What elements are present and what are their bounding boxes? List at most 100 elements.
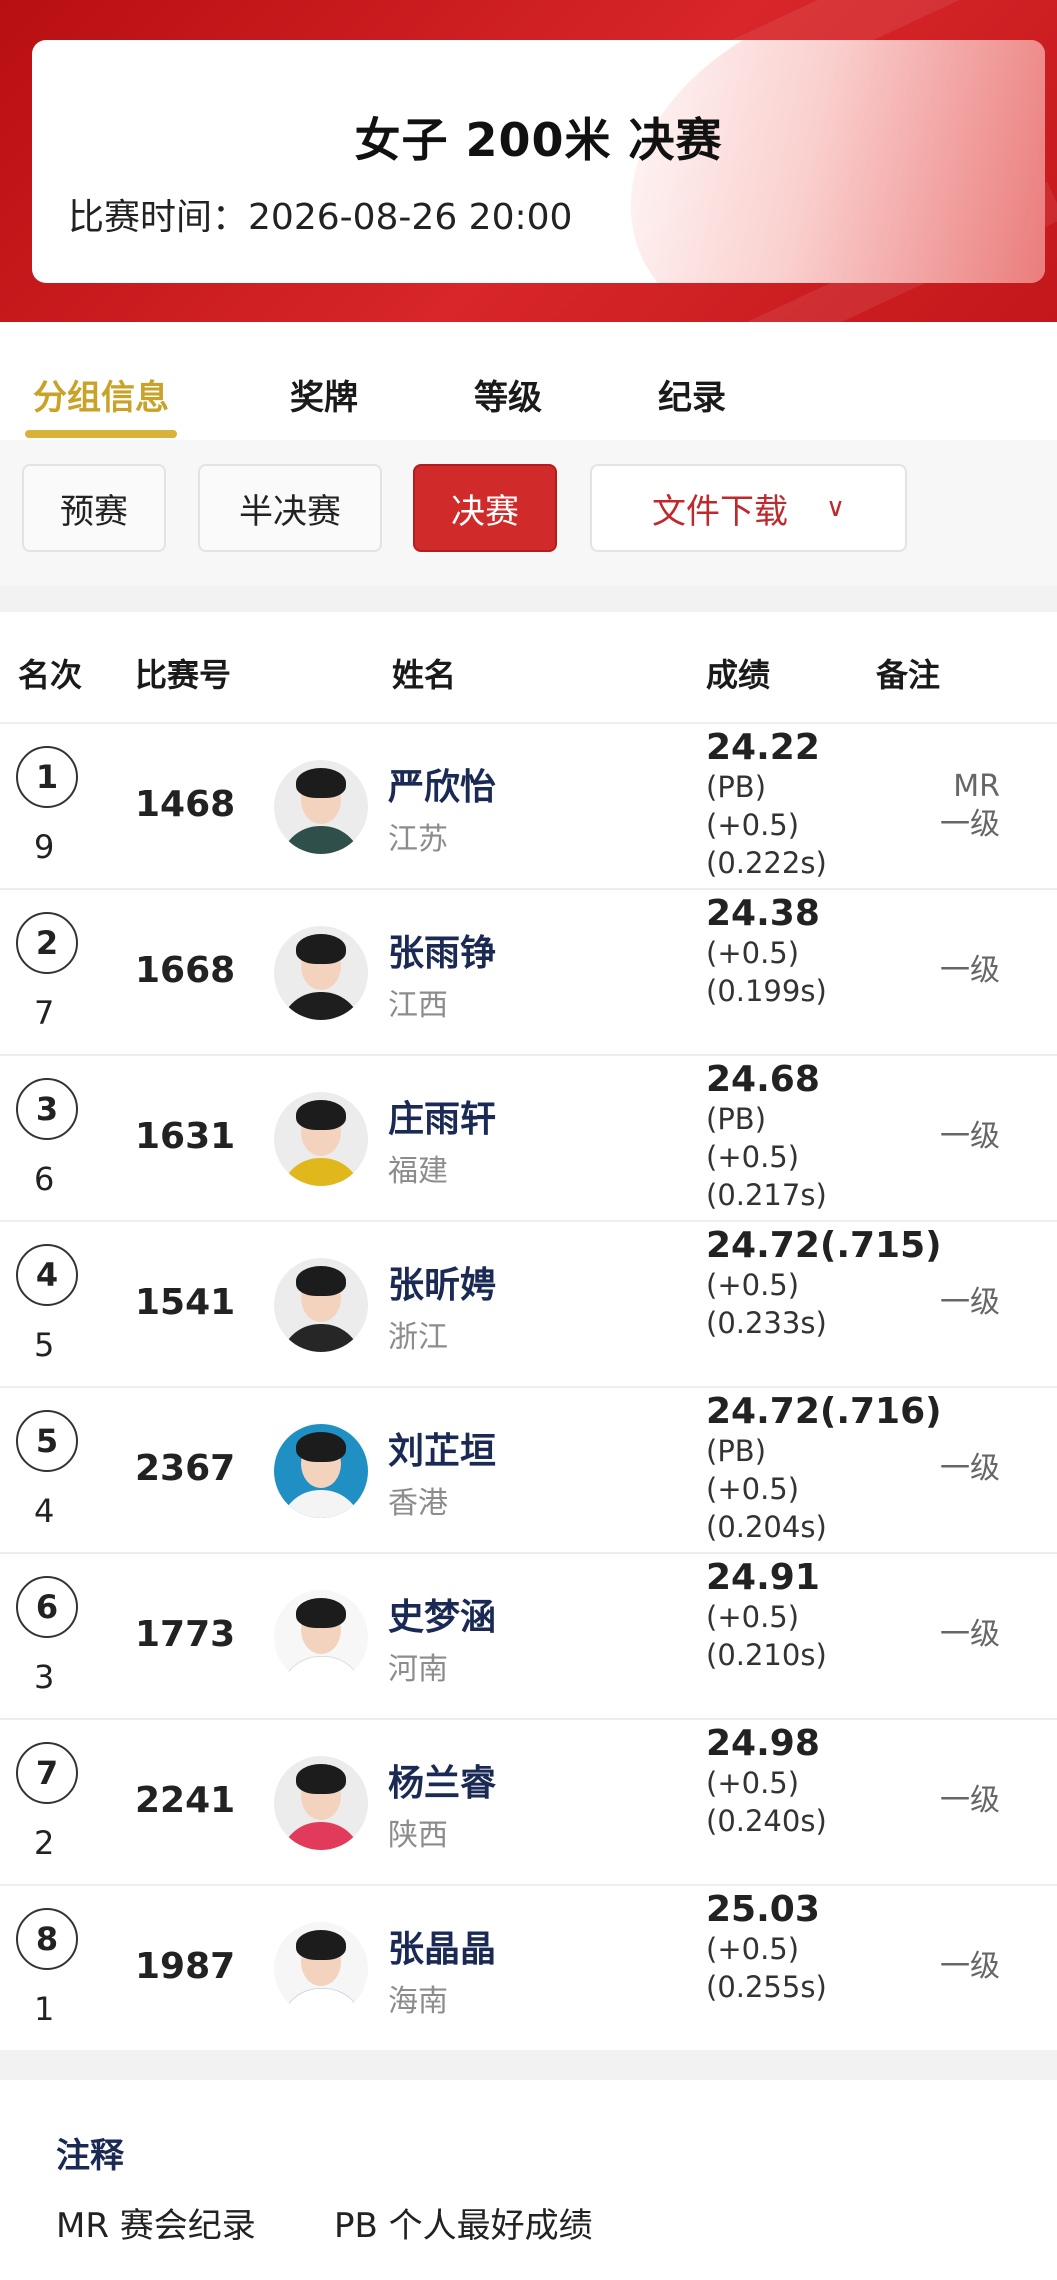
lane-number: 7 [34,994,55,1032]
athlete-name[interactable]: 张晶晶 [388,1920,496,1972]
result-time: 25.03 [706,1889,820,1930]
athlete-name[interactable]: 刘芷垣 [388,1422,496,1474]
grade-note: 一级 [940,1949,1000,1984]
athlete-name[interactable]: 杨兰睿 [388,1754,496,1806]
table-row[interactable]: 1 9 1468 严欣怡 江苏 24.22 (PB) (+0.5) (0.222… [0,724,1057,890]
athlete-province: 浙江 [388,1320,448,1355]
table-row[interactable]: 4 5 1541 张昕娉 浙江 24.72(.715) (+0.5) (0.23… [0,1222,1057,1388]
chevron-down-icon: ∨ [825,493,846,523]
event-time-label: 比赛时间： [68,197,249,238]
round-filter-bar: 预赛 半决赛 决赛 文件下载 ∨ [0,440,1057,586]
table-row[interactable]: 8 1 1987 张晶晶 海南 25.03 (+0.5) (0.255s) 一级 [0,1886,1057,2050]
table-row[interactable]: 7 2 2241 杨兰睿 陕西 24.98 (+0.5) (0.240s) 一级 [0,1720,1057,1886]
result-block: 24.98 (+0.5) (0.240s) [706,1724,946,1840]
wind-speed: (+0.5) [706,936,800,970]
athlete-name[interactable]: 史梦涵 [388,1588,496,1640]
tab-medals[interactable]: 奖牌 [290,370,358,419]
file-download-dropdown[interactable]: 文件下载 ∨ [590,464,907,552]
rank-badge: 8 [16,1908,78,1970]
semifinal-button[interactable]: 半决赛 [198,464,382,552]
reaction-time: (0.217s) [706,1178,827,1212]
heats-button[interactable]: 预赛 [22,464,166,552]
athlete-avatar[interactable] [274,926,368,1020]
athlete-province: 江西 [388,988,448,1023]
athlete-name[interactable]: 张昕娉 [388,1256,496,1308]
results-table-header: 名次 比赛号 姓名 成绩 备注 [0,612,1057,724]
table-row[interactable]: 3 6 1631 庄雨轩 福建 24.68 (PB) (+0.5) (0.217… [0,1056,1057,1222]
lane-number: 1 [34,1990,55,2028]
bib-number: 2241 [135,1780,236,1821]
bib-number: 1668 [135,950,236,991]
event-title: 女子 200米 决赛 [354,113,723,167]
result-block: 24.38 (+0.5) (0.199s) [706,894,946,1010]
tab-records[interactable]: 纪录 [658,370,726,419]
table-row[interactable]: 5 4 2367 刘芷垣 香港 24.72(.716) (PB) (+0.5) … [0,1388,1057,1554]
lane-number: 3 [34,1658,55,1696]
result-block: 24.68 (PB) (+0.5) (0.217s) [706,1060,946,1214]
bib-number: 1468 [135,784,236,825]
athlete-avatar[interactable] [274,1922,368,2016]
athlete-avatar[interactable] [274,1756,368,1850]
grade-note: 一级 [940,1451,1000,1486]
athlete-name[interactable]: 严欣怡 [388,758,496,810]
grade-note: 一级 [940,807,1000,842]
athlete-avatar[interactable] [274,1424,368,1518]
result-block: 25.03 (+0.5) (0.255s) [706,1890,946,2006]
column-header-rank: 名次 [18,656,83,694]
wind-speed: (+0.5) [706,1140,800,1174]
event-info-card: 女子 200米 决赛 比赛时间：2026-08-26 20:00 [32,40,1045,283]
event-time: 比赛时间：2026-08-26 20:00 [68,188,572,240]
column-header-note: 备注 [876,656,941,694]
table-row[interactable]: 2 7 1668 张雨铮 江西 24.38 (+0.5) (0.199s) 一级 [0,890,1057,1056]
lane-number: 2 [34,1824,55,1862]
lane-number: 5 [34,1326,55,1364]
result-time: 24.72(.715) [706,1225,942,1266]
record-note: MR [953,769,1000,804]
tab-group-info[interactable]: 分组信息 [33,370,169,419]
athlete-province: 香港 [388,1486,448,1521]
wind-speed: (+0.5) [706,1600,800,1634]
athlete-avatar[interactable] [274,760,368,854]
wind-speed: (+0.5) [706,1268,800,1302]
note-block: MR 一级 [940,768,1000,844]
reaction-time: (0.255s) [706,1970,827,2004]
reaction-time: (0.199s) [706,974,827,1008]
reaction-time: (0.240s) [706,1804,827,1838]
grade-note: 一级 [940,1119,1000,1154]
athlete-province: 江苏 [388,822,448,857]
reaction-time: (0.204s) [706,1510,827,1544]
grade-note: 一级 [940,953,1000,988]
column-header-result: 成绩 [706,656,771,694]
result-time: 24.68 [706,1059,820,1100]
tab-grades[interactable]: 等级 [474,370,542,419]
grade-note: 一级 [940,1783,1000,1818]
athlete-avatar[interactable] [274,1590,368,1684]
wind-speed: (+0.5) [706,1932,800,1966]
athlete-name[interactable]: 张雨铮 [388,924,496,976]
rank-badge: 1 [16,746,78,808]
file-download-label: 文件下载 [651,491,788,532]
grade-note: 一级 [940,1285,1000,1320]
athlete-avatar[interactable] [274,1092,368,1186]
result-time: 24.72(.716) [706,1391,942,1432]
event-header: 女子 200米 决赛 比赛时间：2026-08-26 20:00 [0,0,1057,322]
athlete-province: 海南 [388,1984,448,2019]
rank-badge: 7 [16,1742,78,1804]
rank-badge: 5 [16,1410,78,1472]
results-table-body: 1 9 1468 严欣怡 江苏 24.22 (PB) (+0.5) (0.222… [0,724,1057,2050]
notes-title: 注释 [56,2136,124,2176]
table-row[interactable]: 6 3 1773 史梦涵 河南 24.91 (+0.5) (0.210s) 一级 [0,1554,1057,1720]
result-time: 24.38 [706,893,820,934]
result-block: 24.72(.715) (+0.5) (0.233s) [706,1226,946,1342]
result-block: 24.22 (PB) (+0.5) (0.222s) [706,728,946,882]
wind-speed: (+0.5) [706,1766,800,1800]
wind-speed: (+0.5) [706,808,800,842]
athlete-avatar[interactable] [274,1258,368,1352]
athlete-name[interactable]: 庄雨轩 [388,1090,496,1142]
lane-number: 4 [34,1492,55,1530]
rank-badge: 4 [16,1244,78,1306]
result-block: 24.91 (+0.5) (0.210s) [706,1558,946,1674]
athlete-province: 福建 [388,1154,448,1189]
column-header-name: 姓名 [392,656,457,694]
final-button[interactable]: 决赛 [413,464,557,552]
